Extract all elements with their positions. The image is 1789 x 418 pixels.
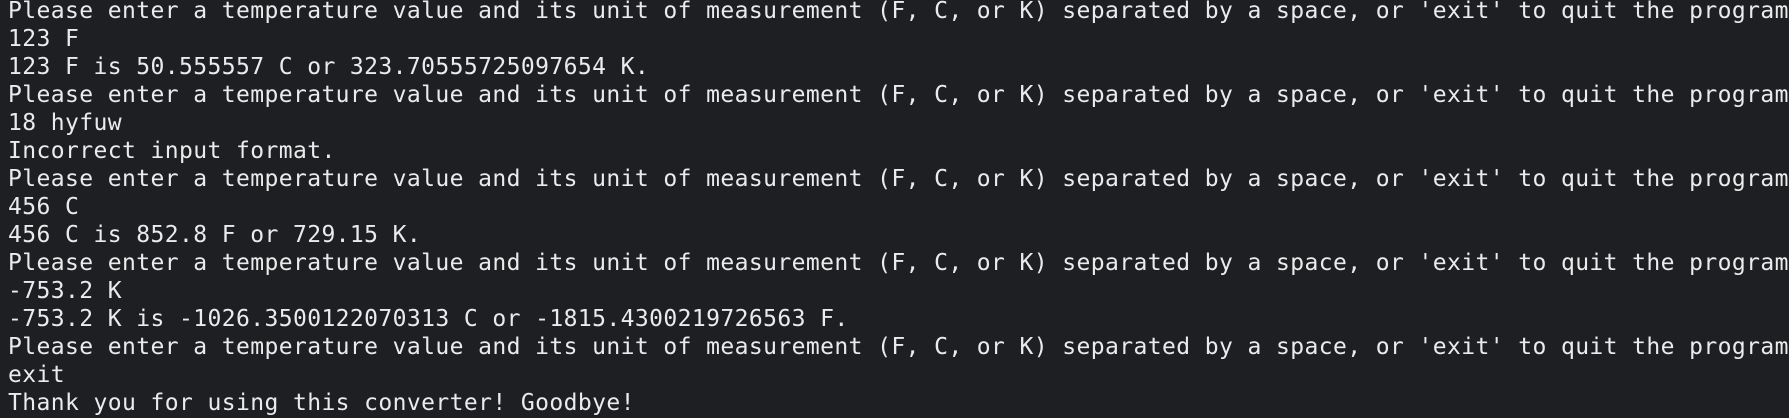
terminal-output[interactable]: Please enter a temperature value and its…: [0, 0, 1789, 418]
user-input-line: 123 F: [8, 26, 80, 52]
prompt-line: Please enter a temperature value and its…: [8, 334, 1789, 360]
prompt-line: Please enter a temperature value and its…: [8, 166, 1789, 192]
prompt-line: Please enter a temperature value and its…: [8, 250, 1789, 276]
result-line: -753.2 K is -1026.3500122070313 C or -18…: [8, 306, 849, 332]
result-line: 456 C is 852.8 F or 729.15 K.: [8, 222, 422, 248]
user-input-line: 18 hyfuw: [8, 110, 122, 136]
goodbye-line: Thank you for using this converter! Good…: [8, 390, 635, 416]
result-line: 123 F is 50.555557 C or 323.705557250976…: [8, 54, 650, 80]
user-input-line: -753.2 K: [8, 278, 122, 304]
prompt-line: Please enter a temperature value and its…: [8, 82, 1789, 108]
prompt-line: Please enter a temperature value and its…: [8, 0, 1789, 24]
error-line: Incorrect input format.: [8, 138, 336, 164]
user-input-line: 456 C: [8, 194, 80, 220]
user-input-line: exit: [8, 362, 65, 388]
